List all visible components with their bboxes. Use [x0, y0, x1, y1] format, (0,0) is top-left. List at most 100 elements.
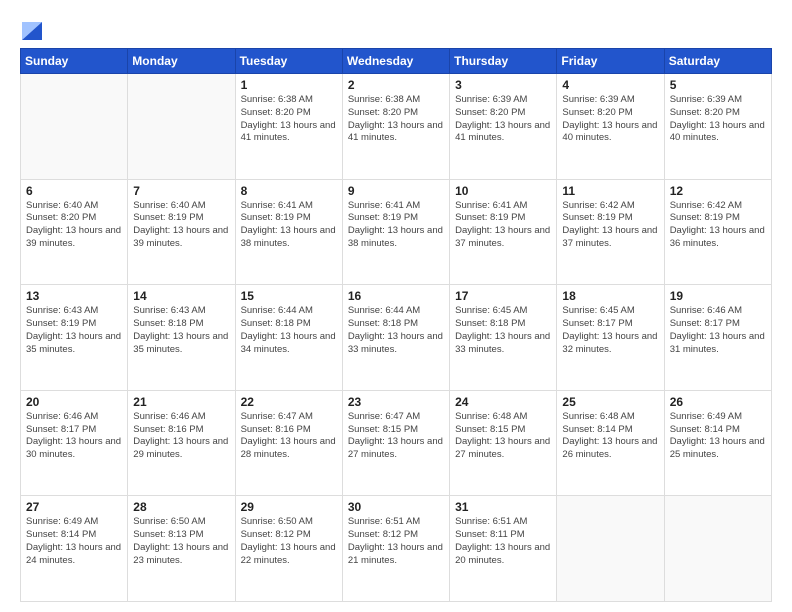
day-number: 14 — [133, 289, 229, 303]
day-info: Sunrise: 6:38 AM Sunset: 8:20 PM Dayligh… — [241, 94, 337, 145]
day-info: Sunrise: 6:46 AM Sunset: 8:17 PM Dayligh… — [26, 411, 122, 462]
day-info: Sunrise: 6:39 AM Sunset: 8:20 PM Dayligh… — [670, 94, 766, 145]
weekday-header: Wednesday — [342, 49, 449, 74]
day-number: 6 — [26, 184, 122, 198]
day-info: Sunrise: 6:50 AM Sunset: 8:12 PM Dayligh… — [241, 516, 337, 567]
day-number: 11 — [562, 184, 658, 198]
calendar-cell: 1Sunrise: 6:38 AM Sunset: 8:20 PM Daylig… — [235, 74, 342, 180]
weekday-header: Saturday — [664, 49, 771, 74]
calendar-week-row: 13 Sunrise: 6:43 AM Sunset: 8:19 PM Dayli… — [21, 285, 772, 391]
weekday-header: Tuesday — [235, 49, 342, 74]
day-number: 30 — [348, 500, 444, 514]
day-info: Sunrise: 6:48 AM Sunset: 8:14 PM Dayligh… — [562, 411, 658, 462]
day-info: Sunrise: 6:46 AM Sunset: 8:17 PM Dayligh… — [670, 305, 766, 356]
calendar-cell: 6 Sunrise: 6:40 AM Sunset: 8:20 PM Daylig… — [21, 179, 128, 285]
calendar-cell: 7 Sunrise: 6:40 AM Sunset: 8:19 PM Daylig… — [128, 179, 235, 285]
day-number: 5 — [670, 78, 766, 92]
day-number: 8 — [241, 184, 337, 198]
day-info: Sunrise: 6:42 AM Sunset: 8:19 PM Dayligh… — [670, 200, 766, 251]
day-number: 18 — [562, 289, 658, 303]
calendar-week-row: 1Sunrise: 6:38 AM Sunset: 8:20 PM Daylig… — [21, 74, 772, 180]
calendar-header-row: SundayMondayTuesdayWednesdayThursdayFrid… — [21, 49, 772, 74]
day-number: 15 — [241, 289, 337, 303]
calendar-cell: 19 Sunrise: 6:46 AM Sunset: 8:17 PM Dayli… — [664, 285, 771, 391]
day-number: 19 — [670, 289, 766, 303]
calendar-cell: 27 Sunrise: 6:49 AM Sunset: 8:14 PM Dayli… — [21, 496, 128, 602]
calendar-cell: 21 Sunrise: 6:46 AM Sunset: 8:16 PM Dayli… — [128, 390, 235, 496]
day-info: Sunrise: 6:49 AM Sunset: 8:14 PM Dayligh… — [670, 411, 766, 462]
day-info: Sunrise: 6:45 AM Sunset: 8:18 PM Dayligh… — [455, 305, 551, 356]
day-info: Sunrise: 6:41 AM Sunset: 8:19 PM Dayligh… — [348, 200, 444, 251]
day-info: Sunrise: 6:44 AM Sunset: 8:18 PM Dayligh… — [241, 305, 337, 356]
day-info: Sunrise: 6:40 AM Sunset: 8:20 PM Dayligh… — [26, 200, 122, 251]
logo-icon — [22, 12, 42, 40]
calendar-cell: 18 Sunrise: 6:45 AM Sunset: 8:17 PM Dayli… — [557, 285, 664, 391]
day-info: Sunrise: 6:48 AM Sunset: 8:15 PM Dayligh… — [455, 411, 551, 462]
day-number: 22 — [241, 395, 337, 409]
day-number: 23 — [348, 395, 444, 409]
day-info: Sunrise: 6:42 AM Sunset: 8:19 PM Dayligh… — [562, 200, 658, 251]
day-number: 13 — [26, 289, 122, 303]
calendar-cell: 22 Sunrise: 6:47 AM Sunset: 8:16 PM Dayli… — [235, 390, 342, 496]
day-number: 2 — [348, 78, 444, 92]
calendar-cell: 8 Sunrise: 6:41 AM Sunset: 8:19 PM Daylig… — [235, 179, 342, 285]
weekday-header: Sunday — [21, 49, 128, 74]
day-info: Sunrise: 6:51 AM Sunset: 8:12 PM Dayligh… — [348, 516, 444, 567]
calendar-table: SundayMondayTuesdayWednesdayThursdayFrid… — [20, 48, 772, 602]
day-number: 31 — [455, 500, 551, 514]
weekday-header: Friday — [557, 49, 664, 74]
logo — [20, 16, 42, 40]
day-info: Sunrise: 6:38 AM Sunset: 8:20 PM Dayligh… — [348, 94, 444, 145]
day-info: Sunrise: 6:43 AM Sunset: 8:18 PM Dayligh… — [133, 305, 229, 356]
day-number: 27 — [26, 500, 122, 514]
day-info: Sunrise: 6:44 AM Sunset: 8:18 PM Dayligh… — [348, 305, 444, 356]
header — [20, 16, 772, 40]
calendar-cell: 26 Sunrise: 6:49 AM Sunset: 8:14 PM Dayli… — [664, 390, 771, 496]
day-info: Sunrise: 6:39 AM Sunset: 8:20 PM Dayligh… — [455, 94, 551, 145]
day-number: 25 — [562, 395, 658, 409]
day-info: Sunrise: 6:45 AM Sunset: 8:17 PM Dayligh… — [562, 305, 658, 356]
day-number: 17 — [455, 289, 551, 303]
weekday-header: Thursday — [450, 49, 557, 74]
day-info: Sunrise: 6:47 AM Sunset: 8:15 PM Dayligh… — [348, 411, 444, 462]
day-info: Sunrise: 6:49 AM Sunset: 8:14 PM Dayligh… — [26, 516, 122, 567]
day-info: Sunrise: 6:41 AM Sunset: 8:19 PM Dayligh… — [241, 200, 337, 251]
calendar-cell: 24 Sunrise: 6:48 AM Sunset: 8:15 PM Dayli… — [450, 390, 557, 496]
calendar-cell — [21, 74, 128, 180]
day-number: 7 — [133, 184, 229, 198]
day-number: 9 — [348, 184, 444, 198]
calendar-cell: 13 Sunrise: 6:43 AM Sunset: 8:19 PM Dayli… — [21, 285, 128, 391]
day-info: Sunrise: 6:50 AM Sunset: 8:13 PM Dayligh… — [133, 516, 229, 567]
day-number: 16 — [348, 289, 444, 303]
calendar-cell: 11 Sunrise: 6:42 AM Sunset: 8:19 PM Dayli… — [557, 179, 664, 285]
day-info: Sunrise: 6:46 AM Sunset: 8:16 PM Dayligh… — [133, 411, 229, 462]
calendar-cell: 16 Sunrise: 6:44 AM Sunset: 8:18 PM Dayli… — [342, 285, 449, 391]
calendar-cell: 30 Sunrise: 6:51 AM Sunset: 8:12 PM Dayli… — [342, 496, 449, 602]
calendar-cell: 28 Sunrise: 6:50 AM Sunset: 8:13 PM Dayli… — [128, 496, 235, 602]
day-number: 28 — [133, 500, 229, 514]
calendar-cell: 17 Sunrise: 6:45 AM Sunset: 8:18 PM Dayli… — [450, 285, 557, 391]
calendar-week-row: 6 Sunrise: 6:40 AM Sunset: 8:20 PM Daylig… — [21, 179, 772, 285]
calendar-cell: 3Sunrise: 6:39 AM Sunset: 8:20 PM Daylig… — [450, 74, 557, 180]
day-number: 26 — [670, 395, 766, 409]
day-number: 12 — [670, 184, 766, 198]
calendar-cell: 20 Sunrise: 6:46 AM Sunset: 8:17 PM Dayli… — [21, 390, 128, 496]
day-info: Sunrise: 6:51 AM Sunset: 8:11 PM Dayligh… — [455, 516, 551, 567]
calendar-cell: 12 Sunrise: 6:42 AM Sunset: 8:19 PM Dayli… — [664, 179, 771, 285]
calendar-week-row: 20 Sunrise: 6:46 AM Sunset: 8:17 PM Dayli… — [21, 390, 772, 496]
day-info: Sunrise: 6:40 AM Sunset: 8:19 PM Dayligh… — [133, 200, 229, 251]
day-number: 21 — [133, 395, 229, 409]
calendar-cell: 4Sunrise: 6:39 AM Sunset: 8:20 PM Daylig… — [557, 74, 664, 180]
day-info: Sunrise: 6:43 AM Sunset: 8:19 PM Dayligh… — [26, 305, 122, 356]
calendar-cell — [664, 496, 771, 602]
day-number: 24 — [455, 395, 551, 409]
day-info: Sunrise: 6:41 AM Sunset: 8:19 PM Dayligh… — [455, 200, 551, 251]
day-number: 20 — [26, 395, 122, 409]
calendar-cell — [557, 496, 664, 602]
calendar-cell: 5 Sunrise: 6:39 AM Sunset: 8:20 PM Daylig… — [664, 74, 771, 180]
calendar-cell: 15 Sunrise: 6:44 AM Sunset: 8:18 PM Dayli… — [235, 285, 342, 391]
calendar-cell: 10 Sunrise: 6:41 AM Sunset: 8:19 PM Dayli… — [450, 179, 557, 285]
day-number: 10 — [455, 184, 551, 198]
calendar-cell: 23 Sunrise: 6:47 AM Sunset: 8:15 PM Dayli… — [342, 390, 449, 496]
day-info: Sunrise: 6:47 AM Sunset: 8:16 PM Dayligh… — [241, 411, 337, 462]
